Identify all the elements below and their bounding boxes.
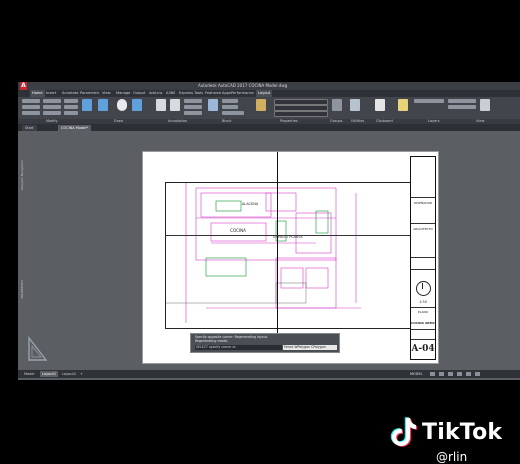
add-layout-icon[interactable]: + <box>78 371 85 377</box>
title-block-sheet-number: A-04 <box>411 344 435 354</box>
trim-button[interactable] <box>64 99 78 103</box>
make-current-button[interactable] <box>448 99 476 103</box>
tab-performance[interactable]: Performance <box>231 90 254 97</box>
ucs-icon <box>28 336 48 361</box>
tab-insert[interactable]: Insert <box>46 90 56 97</box>
stretch-button[interactable] <box>22 111 40 115</box>
room-label-alacena: ALACENA <box>242 202 259 206</box>
text-button[interactable] <box>156 99 166 111</box>
room-label-cocina: COCINA <box>230 228 246 233</box>
crosshair-vertical <box>277 152 278 352</box>
tab-layout[interactable]: Layout <box>256 90 273 97</box>
tab-annotate[interactable]: Annotate <box>62 90 78 97</box>
paste-button[interactable] <box>375 99 385 111</box>
tiktok-watermark: TikTok <box>388 416 502 448</box>
tiktok-logo-icon <box>390 417 418 447</box>
title-block-firm: DISEÑADOR <box>413 201 433 205</box>
title-block-subtitle: COCINA ARMC. <box>411 321 436 325</box>
linear-button[interactable] <box>184 99 202 103</box>
lineweight-dropdown[interactable] <box>274 111 328 117</box>
polar-toggle-icon[interactable] <box>457 372 462 376</box>
osnap-toggle-icon[interactable] <box>466 372 471 376</box>
line-button[interactable] <box>82 99 92 111</box>
layer-dropdown[interactable] <box>414 99 444 103</box>
floor-plan-drawing: COCINA ALACENA ESPACIO PLANTA <box>166 183 361 323</box>
tab-layout2[interactable]: Layout2 <box>60 371 78 377</box>
command-history-line-2: Regenerating model. <box>195 339 229 343</box>
selection-options-dropdown[interactable]: Fence WPolygon CPolygon <box>283 345 337 350</box>
status-toolbar <box>430 372 510 376</box>
circle-button[interactable] <box>117 99 127 111</box>
table-button[interactable] <box>184 111 202 115</box>
tiktok-brand: TikTok <box>422 419 503 445</box>
autocad-logo-icon[interactable]: A <box>20 82 27 90</box>
dimension-button[interactable] <box>170 99 180 111</box>
leader-button[interactable] <box>184 105 202 109</box>
command-line[interactable]: Specify opposite corner: Regenerating la… <box>190 333 340 353</box>
viewport-navigation-label: Viewport Navigation <box>20 160 24 191</box>
edit-attributes-button[interactable] <box>222 111 244 115</box>
crosshair-horizontal <box>165 235 410 236</box>
tab-parametric[interactable]: Parametric <box>80 90 99 97</box>
model-space-toggle[interactable]: MODEL <box>410 371 423 377</box>
title-block-scale: 1:50 <box>419 300 427 304</box>
insert-block-button[interactable] <box>208 99 218 111</box>
create-block-button[interactable] <box>222 99 238 103</box>
move-button[interactable] <box>22 99 40 103</box>
settings-icon[interactable] <box>475 372 480 376</box>
measure-button[interactable] <box>350 99 360 111</box>
match-layer-button[interactable] <box>448 105 476 109</box>
ribbon <box>18 97 520 119</box>
tab-addins[interactable]: Add-ins <box>149 90 162 97</box>
tab-view[interactable]: View <box>102 90 111 97</box>
scale-button[interactable] <box>43 111 61 115</box>
command-input[interactable]: SELECT specify corner or <box>195 345 282 350</box>
base-view-button[interactable] <box>480 99 490 111</box>
title-block-role: ARQUITECTO <box>413 227 433 231</box>
ribbon-tab-bar: Home Insert Annotate Parametric View Man… <box>18 90 520 97</box>
document-tabs: Start COCINA Model* <box>18 124 520 131</box>
title-bar: A Autodesk AutoCAD 2017 COCINA Model.dwg <box>18 82 520 90</box>
tab-manage[interactable]: Manage <box>116 90 130 97</box>
arc-button[interactable] <box>132 99 142 111</box>
status-bar: Model Layout1 Layout2 + MODEL <box>18 370 520 378</box>
title-block-sheet-title: PLANO <box>417 310 429 314</box>
rotate-button[interactable] <box>43 99 61 103</box>
properties-palette-label[interactable]: PROPERTIES <box>20 280 24 298</box>
layer-properties-button[interactable] <box>398 99 408 111</box>
north-arrow-icon <box>416 281 431 296</box>
edit-block-button[interactable] <box>222 105 238 109</box>
polyline-button[interactable] <box>98 99 108 111</box>
layout-viewport[interactable]: COCINA ALACENA ESPACIO PLANTA <box>165 182 412 329</box>
window-title: Autodesk AutoCAD 2017 COCINA Model.dwg <box>198 83 288 88</box>
grid-toggle-icon[interactable] <box>430 372 435 376</box>
tab-home[interactable]: Home <box>30 90 45 97</box>
match-properties-button[interactable] <box>256 99 266 111</box>
tab-featured-apps[interactable]: Featured Apps <box>205 90 231 97</box>
ortho-toggle-icon[interactable] <box>448 372 453 376</box>
tab-express-tools[interactable]: Express Tools <box>179 90 203 97</box>
mirror-button[interactable] <box>43 105 61 109</box>
snap-toggle-icon[interactable] <box>439 372 444 376</box>
fillet-button[interactable] <box>64 105 78 109</box>
tab-a360[interactable]: A360 <box>166 90 175 97</box>
tab-model[interactable]: Model <box>22 371 37 377</box>
tab-layout1[interactable]: Layout1 <box>40 371 59 377</box>
group-button[interactable] <box>332 99 342 111</box>
copy-button[interactable] <box>22 105 40 109</box>
title-block: DISEÑADOR ARQUITECTO 1:50 PLANO COCINA A… <box>410 156 436 360</box>
north-arrow-needle-icon <box>422 283 423 289</box>
array-button[interactable] <box>64 111 78 115</box>
tab-output[interactable]: Output <box>133 90 145 97</box>
